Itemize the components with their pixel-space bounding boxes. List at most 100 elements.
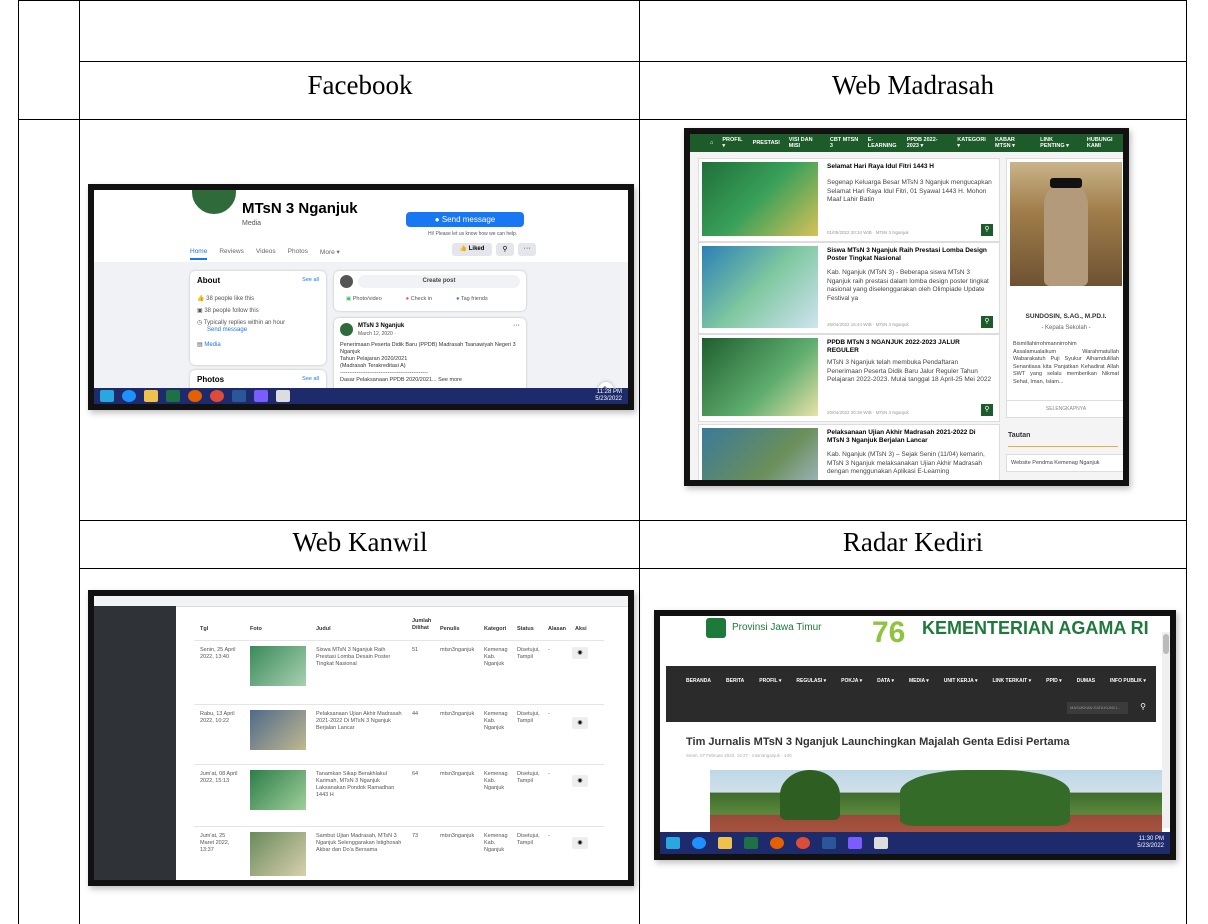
windows-start-icon[interactable]	[100, 390, 114, 402]
post-thumbnail	[702, 428, 818, 480]
table-row-rule-1	[79, 61, 1187, 62]
nav-pokja[interactable]: POKJA ▾	[841, 678, 862, 684]
fb-tag-friends-button[interactable]: ● Tag friends	[456, 296, 488, 302]
col-dilihat: Jumlah Dilihat	[412, 618, 432, 631]
fb-about-see-all[interactable]: See all	[302, 277, 319, 283]
nav-ppid[interactable]: PPID ▾	[1046, 678, 1062, 684]
post-title[interactable]: Pelaksanaan Ujian Akhir Madrasah 2021-20…	[827, 429, 992, 445]
nav-cbt[interactable]: CBT MTSN 3	[830, 137, 859, 149]
thumbs-up-icon: 👍	[197, 296, 207, 302]
firefox-icon[interactable]	[770, 837, 784, 849]
search-icon[interactable]: ⚲	[1140, 702, 1146, 711]
home-icon[interactable]: ⌂	[710, 140, 713, 146]
nav-info-publik[interactable]: INFO PUBLIK ▾	[1110, 678, 1146, 684]
nav-profil[interactable]: PROFIL ▾	[759, 678, 781, 684]
kemenag-search-input[interactable]: MASUKKAN KATA KUNCI...	[1067, 702, 1128, 714]
nav-ppdb[interactable]: PPDB 2022-2023 ▾	[907, 137, 949, 149]
fb-photos-see-all[interactable]: See all	[302, 376, 319, 382]
fb-post-author[interactable]: MTsN 3 Nganjuk	[358, 323, 404, 329]
app-icon-2[interactable]	[276, 390, 290, 402]
excel-icon[interactable]	[744, 837, 758, 849]
read-more-button[interactable]: ⚲	[981, 316, 993, 328]
fb-about-follows: ▣ 38 people follow this	[197, 308, 259, 314]
read-more-button[interactable]: ⚲	[981, 404, 993, 416]
view-button[interactable]: ◉	[572, 717, 588, 729]
taskbar-clock: 11:28 PM 5/23/2022	[595, 389, 622, 402]
madrasah-post-2[interactable]: Siswa MTsN 3 Nganjuk Raih Prestasi Lomba…	[698, 242, 1000, 334]
view-button[interactable]: ◉	[572, 647, 588, 659]
fb-create-post-card: Create post ▣ Photo/video ● Check in ● T…	[334, 271, 526, 311]
col-status: Status	[517, 626, 534, 632]
tab-photos[interactable]: Photos	[288, 248, 308, 260]
tautan-title: Tautan	[1008, 432, 1031, 439]
fb-liked-button[interactable]: 👍 Liked	[452, 243, 492, 256]
nav-data[interactable]: DATA ▾	[877, 678, 894, 684]
fb-search-button[interactable]: ⚲	[496, 243, 514, 256]
chrome-icon[interactable]	[210, 390, 224, 402]
nav-hubungi[interactable]: HUBUNGI KAMI	[1087, 137, 1123, 149]
fb-page-category: Media	[242, 220, 262, 227]
nav-unit-kerja[interactable]: UNIT KERJA ▾	[944, 678, 978, 684]
nav-elearning[interactable]: E-LEARNING	[868, 137, 898, 149]
facebook-screenshot: MTsN 3 Nganjuk Media ● Send message Hi! …	[88, 184, 634, 410]
firefox-icon[interactable]	[188, 390, 202, 402]
tab-videos[interactable]: Videos	[256, 248, 276, 260]
header-facebook: Facebook	[307, 70, 413, 100]
fb-check-in-button[interactable]: ● Check in	[406, 296, 432, 302]
read-more-link[interactable]: SELENGKAPNYA	[1007, 400, 1123, 417]
nav-beranda[interactable]: BERANDA	[686, 678, 711, 684]
view-button[interactable]: ◉	[572, 775, 588, 787]
ie-icon[interactable]	[122, 390, 136, 402]
app-icon[interactable]	[848, 837, 862, 849]
app-icon-2[interactable]	[874, 837, 888, 849]
nav-kabar[interactable]: KABAR MTSN ▾	[995, 137, 1031, 149]
ie-icon[interactable]	[692, 837, 706, 849]
scrollbar[interactable]	[1162, 632, 1170, 828]
chrome-icon[interactable]	[796, 837, 810, 849]
tab-more[interactable]: More ▾	[320, 248, 340, 260]
word-icon[interactable]	[822, 837, 836, 849]
madrasah-post-3[interactable]: PPDB MTsN 3 NGANJUK 2022-2023 JALUR REGU…	[698, 334, 1000, 422]
post-title[interactable]: PPDB MTsN 3 NGANJUK 2022-2023 JALUR REGU…	[827, 339, 992, 355]
fb-create-post-button[interactable]: Create post	[358, 275, 520, 288]
excel-icon[interactable]	[166, 390, 180, 402]
table-row-rule-4	[79, 568, 1187, 569]
nav-regulasi[interactable]: REGULASI ▾	[796, 678, 826, 684]
fb-send-message-button[interactable]: ● Send message	[406, 212, 524, 227]
fb-post-menu[interactable]: ···	[513, 322, 520, 329]
cell-kategori: Kemenag Kab. Nganjuk	[484, 711, 508, 731]
nav-media[interactable]: MEDIA ▾	[909, 678, 929, 684]
fb-more-button[interactable]: ···	[518, 243, 536, 256]
folder-icon[interactable]	[144, 390, 158, 402]
tautan-link-1[interactable]: Website Pendma Kemenag Nganjuk	[1006, 454, 1123, 472]
nav-kategori[interactable]: KATEGORI ▾	[957, 137, 986, 149]
article-headline[interactable]: Tim Jurnalis MTsN 3 Nganjuk Launchingkan…	[686, 736, 1069, 748]
post-title[interactable]: Siswa MTsN 3 Nganjuk Raih Prestasi Lomba…	[827, 247, 992, 263]
nav-berita[interactable]: BERITA	[726, 678, 744, 684]
windows-start-icon[interactable]	[666, 837, 680, 849]
windows-taskbar: 11:30 PM 5/23/2022	[660, 832, 1170, 854]
fb-profile-picture	[190, 190, 238, 216]
read-more-button[interactable]: ⚲	[981, 224, 993, 236]
folder-icon[interactable]	[718, 837, 732, 849]
scrollbar-thumb[interactable]	[1163, 634, 1169, 654]
post-title[interactable]: Selamat Hari Raya Idul Fitri 1443 H	[827, 163, 992, 171]
nav-dumas[interactable]: DUMAS	[1077, 678, 1095, 684]
eye-icon: ◉	[577, 778, 583, 784]
fb-photo-video-button[interactable]: ▣ Photo/video	[346, 296, 382, 302]
nav-visi-misi[interactable]: VISI DAN MISI	[789, 137, 821, 149]
fb-about-send-message[interactable]: Send message	[207, 327, 247, 333]
madrasah-post-4[interactable]: Pelaksanaan Ujian Akhir Madrasah 2021-20…	[698, 424, 1000, 480]
nav-profil[interactable]: PROFIL ▾	[722, 137, 743, 149]
nav-link-penting[interactable]: LINK PENTING ▾	[1040, 137, 1078, 149]
fb-page-name: MTsN 3 Nganjuk	[242, 200, 358, 217]
app-icon[interactable]	[254, 390, 268, 402]
madrasah-post-1[interactable]: Selamat Hari Raya Idul Fitri 1443 H Sege…	[698, 158, 1000, 242]
word-icon[interactable]	[232, 390, 246, 402]
tab-home[interactable]: Home	[190, 248, 208, 260]
view-button[interactable]: ◉	[572, 837, 588, 849]
tab-reviews[interactable]: Reviews	[219, 248, 244, 260]
nav-prestasi[interactable]: PRESTASI	[753, 140, 780, 146]
nav-link-terkait[interactable]: LINK TERKAIT ▾	[993, 678, 1032, 684]
cell-alasan: -	[548, 711, 550, 717]
